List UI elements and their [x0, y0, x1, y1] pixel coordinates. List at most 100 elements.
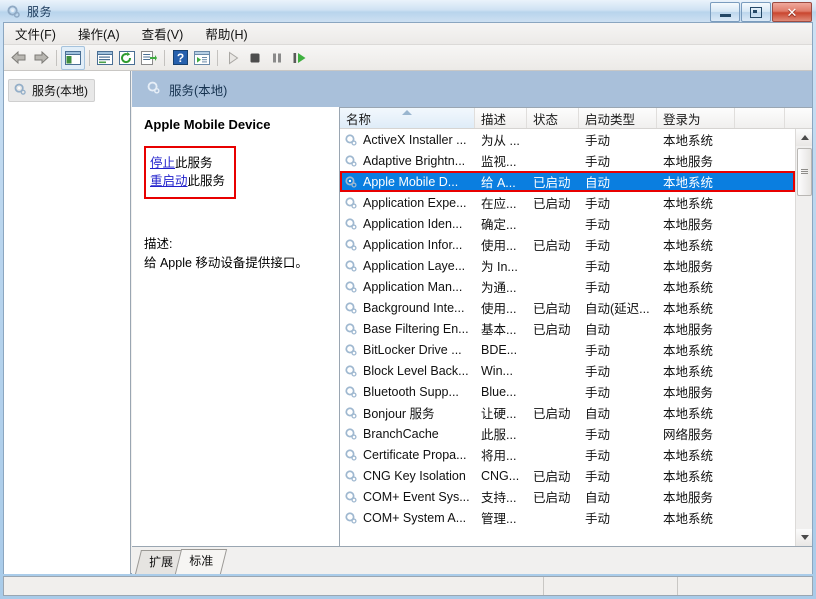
maximize-button[interactable]: [741, 2, 771, 22]
service-name-label: Block Level Back...: [363, 364, 469, 378]
cell-name: BitLocker Drive ...: [340, 343, 475, 357]
table-row[interactable]: Block Level Back...Win...手动本地系统: [340, 360, 795, 381]
console-icon[interactable]: [191, 47, 213, 69]
table-row[interactable]: Application Expe...在应...已启动手动本地系统: [340, 192, 795, 213]
cell-name: Bonjour 服务: [340, 403, 475, 422]
table-row[interactable]: Bluetooth Supp...Blue...手动本地服务: [340, 381, 795, 402]
cell-description: 为 In...: [475, 256, 527, 275]
properties-icon[interactable]: [94, 47, 116, 69]
close-icon: ✕: [787, 6, 798, 19]
cell-description: Blue...: [475, 385, 527, 399]
scrollbar-thumb[interactable]: [797, 148, 812, 196]
cell-logon-as: 本地服务: [657, 487, 735, 506]
service-name-label: BitLocker Drive ...: [363, 343, 462, 357]
window-title: 服务: [27, 3, 52, 20]
cell-startup-type: 手动: [579, 382, 657, 401]
cell-name: COM+ System A...: [340, 511, 475, 525]
restart-service-action[interactable]: 重启动此服务: [150, 172, 225, 190]
service-gear-icon: [344, 490, 358, 504]
stop-service-icon[interactable]: [244, 47, 266, 69]
stop-service-action[interactable]: 停止此服务: [150, 154, 225, 172]
minimize-icon: [720, 14, 731, 17]
maximize-icon: [750, 7, 762, 18]
table-row[interactable]: COM+ System A...管理...手动本地系统: [340, 507, 795, 528]
cell-status: 已启动: [527, 298, 579, 317]
forward-icon[interactable]: [30, 47, 52, 69]
service-gear-icon: [344, 175, 358, 189]
help-icon[interactable]: ?: [169, 47, 191, 69]
cell-name: ActiveX Installer ...: [340, 133, 475, 147]
service-name-label: Application Expe...: [363, 196, 467, 210]
vertical-scrollbar[interactable]: [795, 129, 812, 546]
service-gear-icon: [344, 448, 358, 462]
tab-standard[interactable]: 标准: [175, 549, 227, 574]
cell-logon-as: 本地系统: [657, 130, 735, 149]
pause-service-icon[interactable]: [266, 47, 288, 69]
scroll-up-button[interactable]: [796, 129, 812, 146]
chevron-up-icon: [801, 135, 809, 140]
cell-startup-type: 手动: [579, 214, 657, 233]
menu-action[interactable]: 操作(A): [67, 21, 131, 46]
cell-logon-as: 本地服务: [657, 151, 735, 170]
menu-file[interactable]: 文件(F): [4, 21, 67, 46]
service-gear-icon: [344, 469, 358, 483]
tree-node-services-local[interactable]: 服务(本地): [8, 79, 95, 102]
refresh-icon[interactable]: [116, 47, 138, 69]
cell-logon-as: 本地系统: [657, 445, 735, 464]
cell-description: 将用...: [475, 445, 527, 464]
window-controls: ✕: [710, 2, 812, 22]
cell-logon-as: 本地服务: [657, 319, 735, 338]
show-hide-tree-icon[interactable]: [61, 46, 85, 70]
table-row[interactable]: ActiveX Installer ...为从 ...手动本地系统: [340, 129, 795, 150]
table-row[interactable]: Bonjour 服务让硬...已启动自动本地系统: [340, 402, 795, 423]
export-list-icon[interactable]: [138, 47, 160, 69]
close-button[interactable]: ✕: [772, 2, 812, 22]
description-label: 描述:: [144, 235, 339, 254]
service-gear-icon: [344, 406, 358, 420]
cell-description: 支持...: [475, 487, 527, 506]
cell-name: Application Laye...: [340, 259, 475, 273]
table-row[interactable]: Application Laye...为 In...手动本地服务: [340, 255, 795, 276]
menu-help[interactable]: 帮助(H): [194, 21, 258, 46]
service-gear-icon: [344, 427, 358, 441]
cell-logon-as: 本地系统: [657, 172, 735, 191]
scroll-down-button[interactable]: [796, 529, 812, 546]
cell-logon-as: 本地服务: [657, 382, 735, 401]
table-row[interactable]: COM+ Event Sys...支持...已启动自动本地服务: [340, 486, 795, 507]
svg-text:?: ?: [176, 51, 183, 65]
column-description[interactable]: 描述: [475, 108, 527, 128]
cell-startup-type: 自动(延迟...: [579, 298, 657, 317]
table-row[interactable]: Application Iden...确定...手动本地服务: [340, 213, 795, 234]
restart-service-icon[interactable]: [288, 47, 310, 69]
service-name-label: Base Filtering En...: [363, 322, 469, 336]
table-row[interactable]: Base Filtering En...基本...已启动自动本地服务: [340, 318, 795, 339]
table-row[interactable]: BitLocker Drive ...BDE...手动本地系统: [340, 339, 795, 360]
minimize-button[interactable]: [710, 2, 740, 22]
cell-logon-as: 本地系统: [657, 361, 735, 380]
table-row[interactable]: Adaptive Brightn...监视...手动本地服务: [340, 150, 795, 171]
stop-service-link[interactable]: 停止: [150, 156, 175, 170]
back-icon[interactable]: [8, 47, 30, 69]
column-startup-type[interactable]: 启动类型: [579, 108, 657, 128]
table-row[interactable]: Application Infor...使用...已启动手动本地系统: [340, 234, 795, 255]
title-bar[interactable]: 服务 ✕: [0, 0, 816, 22]
cell-status: 已启动: [527, 193, 579, 212]
cell-status: 已启动: [527, 466, 579, 485]
menu-view[interactable]: 查看(V): [131, 21, 195, 46]
cell-name: Application Iden...: [340, 217, 475, 231]
column-name[interactable]: 名称: [340, 108, 475, 128]
column-spacer[interactable]: [735, 108, 785, 128]
table-row[interactable]: Apple Mobile D...给 A...已启动自动本地系统: [340, 171, 795, 192]
cell-name: COM+ Event Sys...: [340, 490, 475, 504]
table-row[interactable]: Application Man...为通...手动本地系统: [340, 276, 795, 297]
restart-service-link[interactable]: 重启动: [150, 174, 188, 188]
table-row[interactable]: CNG Key IsolationCNG...已启动手动本地系统: [340, 465, 795, 486]
table-row[interactable]: Certificate Propa...将用...手动本地系统: [340, 444, 795, 465]
column-logon-as[interactable]: 登录为: [657, 108, 735, 128]
table-row[interactable]: BranchCache此服...手动网络服务: [340, 423, 795, 444]
column-status[interactable]: 状态: [527, 108, 579, 128]
service-gear-icon: [344, 196, 358, 210]
status-cell-2: [543, 577, 677, 595]
cell-description: 此服...: [475, 424, 527, 443]
table-row[interactable]: Background Inte...使用...已启动自动(延迟...本地系统: [340, 297, 795, 318]
